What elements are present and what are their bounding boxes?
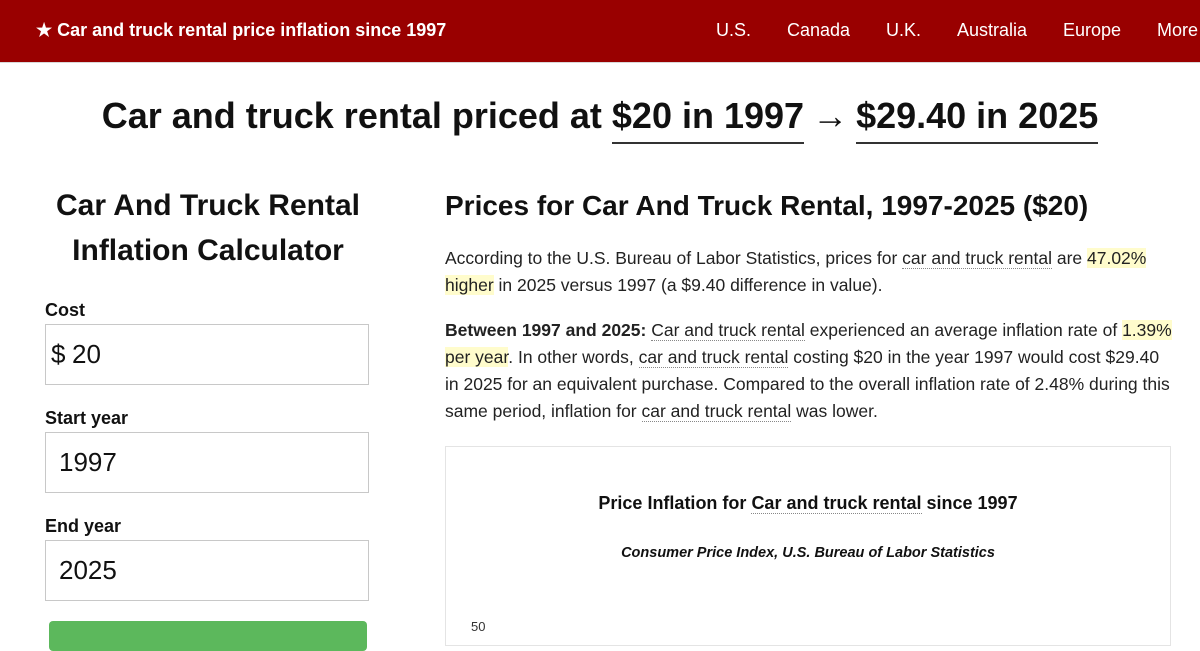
nav-australia[interactable]: Australia <box>957 20 1027 41</box>
nav-canada[interactable]: Canada <box>787 20 850 41</box>
item-link[interactable]: car and truck rental <box>638 347 789 368</box>
header-divider <box>0 62 1200 63</box>
summary-paragraph: According to the U.S. Bureau of Labor St… <box>445 245 1175 299</box>
item-link[interactable]: Car and truck rental <box>651 320 805 341</box>
nav-us[interactable]: U.S. <box>716 20 751 41</box>
page-headline: Car and truck rental priced at $20 in 19… <box>0 94 1200 144</box>
headline-end-value: $29.40 in 2025 <box>856 95 1099 144</box>
calculate-button[interactable] <box>49 621 367 651</box>
section-title: Prices for Car And Truck Rental, 1997-20… <box>445 190 1089 221</box>
end-year-value: 2025 <box>59 555 117 585</box>
p1-text-e: in 2025 versus 1997 (a $9.40 difference … <box>493 275 883 295</box>
chart-title: Price Inflation for Car and truck rental… <box>446 493 1170 514</box>
top-nav-bar: ★ Car and truck rental price inflation s… <box>0 0 1200 62</box>
nav-europe[interactable]: Europe <box>1063 20 1121 41</box>
start-year-value: 1997 <box>59 447 117 477</box>
currency-symbol: $ <box>51 339 66 369</box>
cost-input[interactable]: $ 20 <box>45 324 369 385</box>
item-link[interactable]: car and truck rental <box>641 401 792 422</box>
chart-item-link[interactable]: Car and truck rental <box>751 493 922 514</box>
period-label: Between 1997 and 2025: <box>445 320 647 340</box>
p1-text-c: are <box>1051 248 1087 268</box>
chart-subtitle: Consumer Price Index, U.S. Bureau of Lab… <box>621 545 995 561</box>
end-year-label: End year <box>45 516 122 536</box>
p1-text-a: According to the U.S. Bureau of Labor St… <box>445 248 903 268</box>
detail-paragraph: Between 1997 and 2025: Car and truck ren… <box>445 317 1175 425</box>
chart-title-c: since 1997 <box>921 493 1018 513</box>
calculator-title: Car And Truck Rental Inflation Calculator <box>40 183 376 273</box>
cost-input-value: 20 <box>72 339 101 369</box>
cost-label: Cost <box>45 300 85 320</box>
headline-start-value: $20 in 1997 <box>611 95 805 144</box>
chart-container: Price Inflation for Car and truck rental… <box>445 446 1171 646</box>
end-year-input[interactable]: 2025 <box>45 540 369 601</box>
calculator-title-line2: Inflation Calculator <box>72 234 344 267</box>
start-year-label: Start year <box>45 408 129 428</box>
nav-more[interactable]: More <box>1157 20 1198 41</box>
y-axis-tick-label: 50 <box>471 619 486 634</box>
nav-uk[interactable]: U.K. <box>886 20 921 41</box>
headline-arrow: → <box>812 95 849 136</box>
chart-title-a: Price Inflation for <box>598 493 752 513</box>
site-brand-link[interactable]: ★ Car and truck rental price inflation s… <box>36 20 446 41</box>
headline-prefix: Car and truck rental priced at <box>101 95 602 136</box>
start-year-input[interactable]: 1997 <box>45 432 369 493</box>
calculator-title-line1: Car And Truck Rental <box>56 189 360 222</box>
p2-text-d: experienced an average inflation rate of <box>804 320 1123 340</box>
p2-text-f: . In other words, <box>508 347 639 367</box>
p2-text-j: was lower. <box>791 401 878 421</box>
item-link[interactable]: car and truck rental <box>902 248 1052 269</box>
